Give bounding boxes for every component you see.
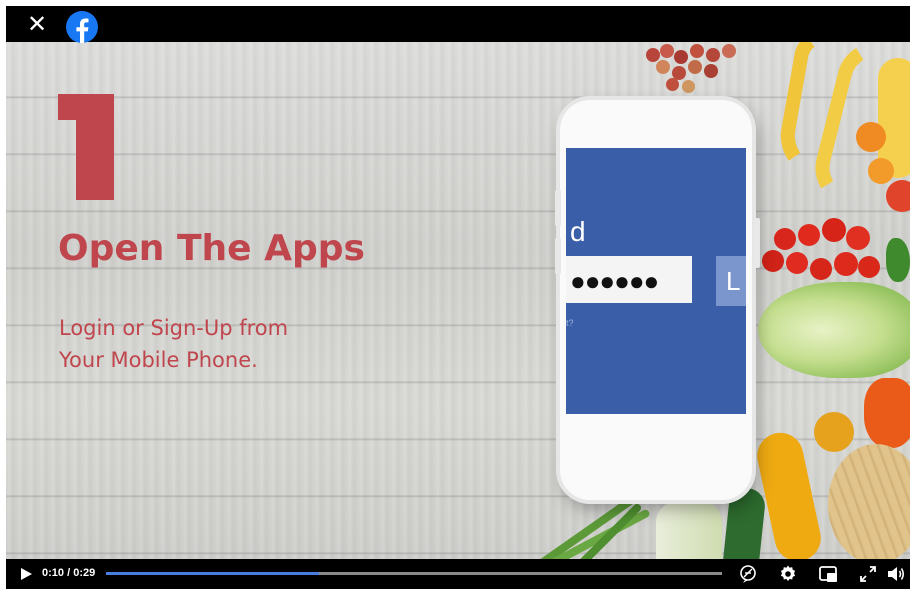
viewer-top-bar: ✕ [6,6,910,43]
phone-screen: d ●●●●●● L t? [566,148,746,414]
subtitle-line-1: Login or Sign-Up from [59,316,289,340]
password-mask: ●●●●●● [570,266,659,296]
duration: 0:29 [73,567,96,579]
current-time: 0:10 [42,567,65,579]
login-button-partial: L [716,256,746,306]
screen-partial-label: d [570,216,586,247]
phone-side-button [754,218,760,268]
miniplayer-icon[interactable] [818,564,838,584]
password-field: ●●●●●● [566,256,692,306]
fullscreen-icon[interactable] [858,564,878,584]
slide-headline: Open The Apps [58,228,365,269]
slide-subtitle: Login or Sign-Up from Your Mobile Phone. [59,312,288,376]
video-frame[interactable]: Open The Apps Login or Sign-Up from Your… [6,42,910,559]
step-number-graphic [58,94,114,200]
player-controls: 0:10 / 0:29 [6,559,910,589]
phone-side-button [555,190,561,226]
video-viewer: ✕ Open The Apps Login or Sign-Up from Yo… [6,6,910,589]
time-separator: / [64,567,74,579]
close-icon[interactable]: ✕ [26,13,48,37]
volume-icon[interactable] [886,564,906,584]
phone-mockup: d ●●●●●● L t? [560,100,752,500]
settings-gear-icon[interactable] [778,564,798,584]
subtitle-line-2: Your Mobile Phone. [59,348,258,372]
phone-side-button [555,238,561,274]
progress-fill [106,572,319,575]
captions-icon[interactable] [738,564,758,584]
facebook-logo-icon[interactable] [66,11,98,43]
time-display: 0:10 / 0:29 [42,567,95,579]
play-icon[interactable] [18,566,34,582]
forgot-link-partial: t? [566,318,574,328]
progress-track[interactable] [106,572,722,575]
